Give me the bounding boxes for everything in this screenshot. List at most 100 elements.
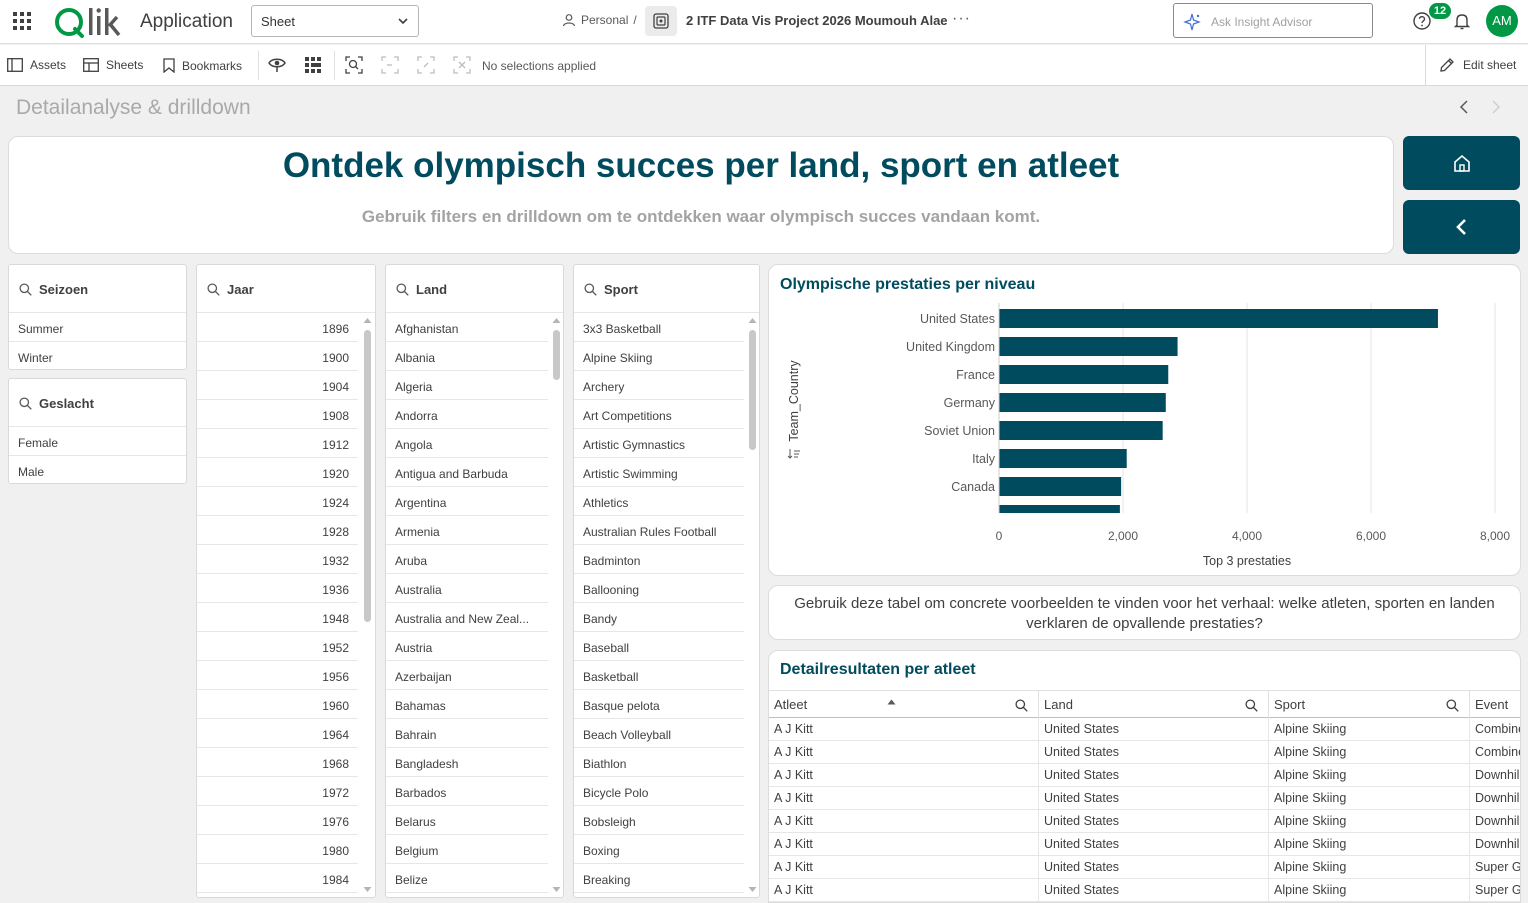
search-icon[interactable] <box>1245 699 1258 712</box>
table-cell[interactable]: Alpine Skiing <box>1269 810 1470 833</box>
filter-value[interactable]: Andorra <box>386 400 548 429</box>
filter-value[interactable]: 1908 <box>197 400 358 429</box>
space-breadcrumb[interactable]: Personal / <box>562 13 637 27</box>
table-row[interactable]: A J Kitt United States Alpine Skiing Downhi… <box>769 833 1520 856</box>
filter-value[interactable]: Summer <box>9 313 186 342</box>
filter-header[interactable]: Seizoen <box>9 265 186 313</box>
table-cell[interactable]: United States <box>1039 764 1269 787</box>
table-row[interactable]: A J Kitt United States Alpine Skiing Downhi… <box>769 787 1520 810</box>
filter-value[interactable]: Azerbaijan <box>386 661 548 690</box>
filter-value[interactable]: Bicycle Polo <box>574 777 744 806</box>
search-icon[interactable] <box>1446 699 1459 712</box>
table-cell[interactable]: A J Kitt <box>769 810 1039 833</box>
step-back-icon[interactable] <box>381 56 399 74</box>
filter-value[interactable]: Argentina <box>386 487 548 516</box>
filter-value[interactable]: 1984 <box>197 864 358 893</box>
filter-value[interactable]: Australian Rules Football <box>574 516 744 545</box>
filter-value[interactable]: Australia <box>386 574 548 603</box>
filter-header[interactable]: Sport <box>574 265 759 313</box>
filter-value[interactable]: Ballooning <box>574 574 744 603</box>
filter-value[interactable]: Female <box>9 427 186 456</box>
filter-value[interactable]: 1928 <box>197 516 358 545</box>
table-cell[interactable]: United States <box>1039 833 1269 856</box>
filter-value[interactable]: Bahamas <box>386 690 548 719</box>
table-row[interactable]: A J Kitt United States Alpine Skiing Super … <box>769 856 1520 879</box>
column-header-land[interactable]: Land <box>1039 691 1269 719</box>
filter-value[interactable]: Afghanistan <box>386 313 548 342</box>
table-cell[interactable]: A J Kitt <box>769 856 1039 879</box>
scrollbar[interactable] <box>552 317 561 897</box>
eye-icon[interactable] <box>268 56 286 74</box>
step-forward-icon[interactable] <box>417 56 435 74</box>
bar[interactable] <box>999 365 1169 384</box>
y-category-label[interactable]: Canada <box>951 480 995 494</box>
filter-value[interactable]: Algeria <box>386 371 548 400</box>
table-cell[interactable]: Combined <box>1470 718 1520 741</box>
filter-value[interactable]: 1936 <box>197 574 358 603</box>
filter-value[interactable]: 1960 <box>197 690 358 719</box>
table-cell[interactable]: Alpine Skiing <box>1269 718 1470 741</box>
table-cell[interactable]: United States <box>1039 718 1269 741</box>
filter-value[interactable]: Antigua and Barbuda <box>386 458 548 487</box>
filter-value[interactable]: 1956 <box>197 661 358 690</box>
filter-value[interactable]: Barbados <box>386 777 548 806</box>
filter-value[interactable]: 1968 <box>197 748 358 777</box>
filter-value[interactable]: Australia and New Zeal... <box>386 603 548 632</box>
insight-advisor-search[interactable]: Ask Insight Advisor <box>1173 3 1373 38</box>
table-cell[interactable]: A J Kitt <box>769 718 1039 741</box>
filter-value[interactable]: Archery <box>574 371 744 400</box>
filter-value[interactable]: Albania <box>386 342 548 371</box>
filter-value[interactable]: 1904 <box>197 371 358 400</box>
y-category-label[interactable]: United States <box>920 312 995 326</box>
filter-value[interactable]: 1972 <box>197 777 358 806</box>
y-category-label[interactable]: United Kingdom <box>906 340 995 354</box>
previous-sheet-chevron-icon[interactable] <box>1458 100 1470 114</box>
filter-value[interactable]: Bandy <box>574 603 744 632</box>
filter-value[interactable]: Boxing <box>574 835 744 864</box>
more-options-button[interactable]: ··· <box>952 10 971 28</box>
grid-layout-icon[interactable] <box>304 56 322 74</box>
qlik-logo[interactable] <box>54 5 126 39</box>
y-category-label[interactable]: France <box>956 368 995 382</box>
filter-value[interactable]: Beach Volleyball <box>574 719 744 748</box>
search-icon[interactable] <box>1015 699 1028 712</box>
filter-value[interactable]: Biathlon <box>574 748 744 777</box>
bookmarks-button[interactable]: Bookmarks <box>163 58 242 73</box>
filter-header[interactable]: Geslacht <box>9 379 186 427</box>
filter-value[interactable]: Armenia <box>386 516 548 545</box>
table-row[interactable]: A J Kitt United States Alpine Skiing Downhi… <box>769 764 1520 787</box>
table-cell[interactable]: United States <box>1039 810 1269 833</box>
filter-value[interactable]: 1896 <box>197 313 358 342</box>
table-cell[interactable]: Downhill <box>1470 833 1520 856</box>
bar[interactable] <box>999 309 1438 328</box>
filter-value[interactable]: 3x3 Basketball <box>574 313 744 342</box>
bar[interactable] <box>999 449 1127 468</box>
table-cell[interactable]: A J Kitt <box>769 879 1039 902</box>
user-avatar[interactable]: AM <box>1486 5 1518 37</box>
filter-value[interactable]: Artistic Gymnastics <box>574 429 744 458</box>
y-category-label[interactable]: Soviet Union <box>924 424 995 438</box>
bell-icon[interactable] <box>1452 11 1472 31</box>
bar[interactable] <box>999 393 1166 412</box>
filter-value[interactable]: 1976 <box>197 806 358 835</box>
filter-value[interactable]: Angola <box>386 429 548 458</box>
back-button[interactable] <box>1403 200 1520 254</box>
filter-value[interactable]: Basketball <box>574 661 744 690</box>
table-cell[interactable]: Alpine Skiing <box>1269 787 1470 810</box>
filter-value[interactable]: 1980 <box>197 835 358 864</box>
filter-value[interactable]: 1964 <box>197 719 358 748</box>
filter-value[interactable]: Badminton <box>574 545 744 574</box>
selection-search-icon[interactable] <box>345 56 363 74</box>
table-cell[interactable]: Alpine Skiing <box>1269 856 1470 879</box>
filter-value[interactable]: Belize <box>386 864 548 893</box>
filter-header[interactable]: Land <box>386 265 563 313</box>
filter-value[interactable]: Artistic Swimming <box>574 458 744 487</box>
scrollbar[interactable] <box>748 317 757 897</box>
table-cell[interactable]: A J Kitt <box>769 741 1039 764</box>
sort-icon[interactable] <box>787 449 800 459</box>
filter-value[interactable]: Belarus <box>386 806 548 835</box>
filter-header[interactable]: Jaar <box>197 265 375 313</box>
filter-value[interactable]: Alpine Skiing <box>574 342 744 371</box>
table-cell[interactable]: United States <box>1039 856 1269 879</box>
filter-value[interactable]: Breaking <box>574 864 744 893</box>
